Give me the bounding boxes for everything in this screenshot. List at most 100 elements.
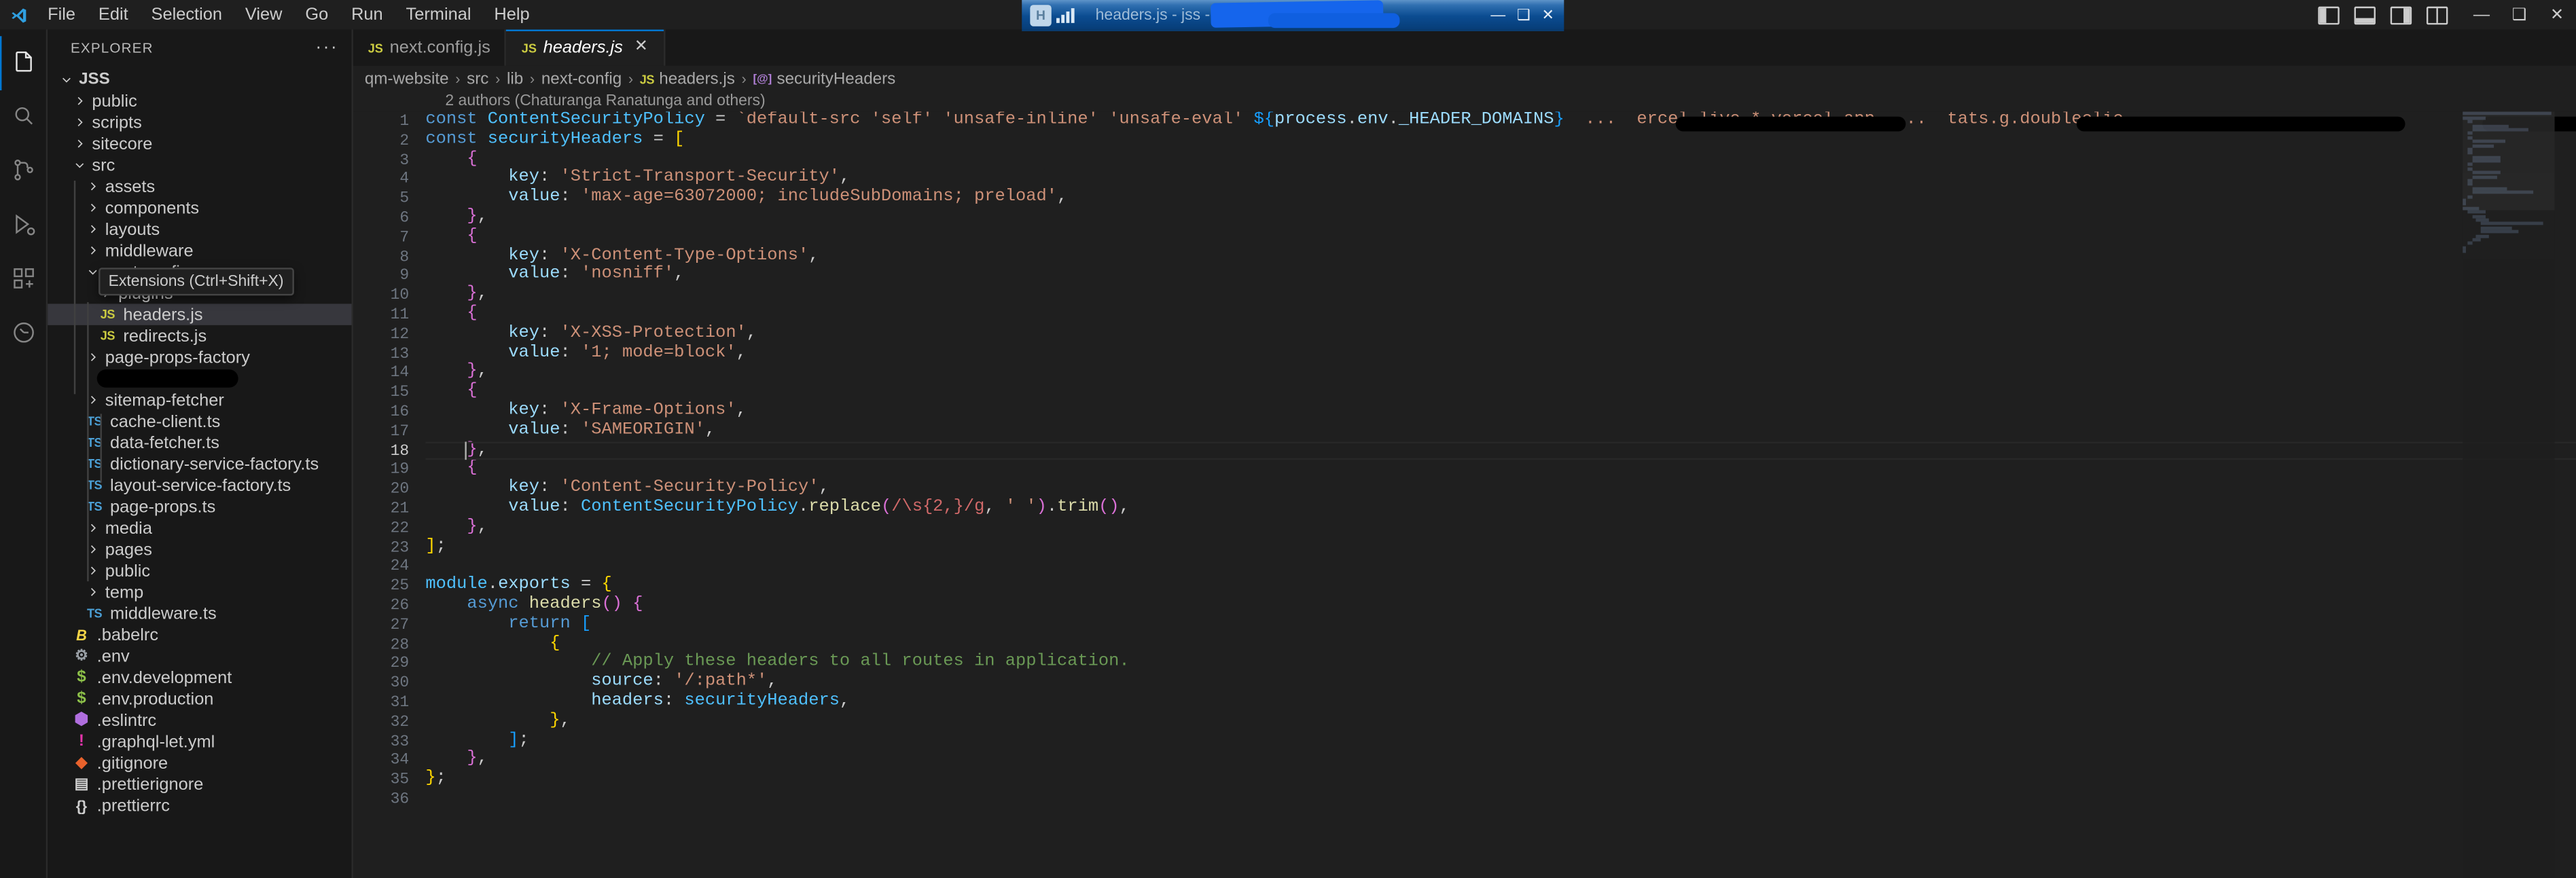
tree-row-env-development[interactable]: $ .env.development bbox=[48, 667, 351, 688]
tree-row-middleware-ts[interactable]: TS middleware.ts bbox=[48, 603, 351, 624]
tree-row-assets[interactable]: assets bbox=[48, 176, 351, 197]
code-line[interactable]: 27 return [ bbox=[353, 614, 2576, 635]
tree-row-cache-client-ts[interactable]: TS cache-client.ts bbox=[48, 411, 351, 432]
tree-row-env-production[interactable]: $ .env.production bbox=[48, 688, 351, 709]
editor-layout-actions[interactable] bbox=[2318, 0, 2448, 30]
toggle-panel-icon[interactable] bbox=[2354, 5, 2376, 24]
window-controls[interactable]: — ❑ ✕ bbox=[2463, 0, 2576, 30]
code-line[interactable]: 4 key: 'Strict-Transport-Security', bbox=[353, 168, 2576, 189]
code-line[interactable]: 18 }, bbox=[353, 439, 2576, 460]
menu-file[interactable]: File bbox=[36, 0, 87, 30]
menu-help[interactable]: Help bbox=[482, 0, 541, 30]
breadcrumb[interactable]: qm-website › src › lib › next-config › JS headers… bbox=[353, 65, 2576, 92]
overlay-restore-button[interactable]: ❑ bbox=[1517, 5, 1531, 24]
tree-row-sitemap-fetcher[interactable]: sitemap-fetcher bbox=[48, 389, 351, 410]
chevron-right-icon[interactable] bbox=[84, 394, 100, 405]
menu-edit[interactable]: Edit bbox=[87, 0, 140, 30]
code-line[interactable]: 2 const securityHeaders = [ bbox=[353, 130, 2576, 151]
tree-row-headers-js[interactable]: JS headers.js bbox=[48, 304, 352, 325]
code-line[interactable]: 36 bbox=[353, 790, 2576, 809]
code-line[interactable]: 12 key: 'X-XSS-Protection', bbox=[353, 323, 2576, 344]
customize-layout-icon[interactable] bbox=[2426, 5, 2448, 24]
tree-row-jss[interactable]: JSS bbox=[48, 69, 351, 90]
chevron-right-icon[interactable] bbox=[84, 586, 100, 598]
tree-row-temp[interactable]: temp bbox=[48, 581, 351, 602]
code-line[interactable]: 9 value: 'nosniff', bbox=[353, 266, 2576, 287]
menu-go[interactable]: Go bbox=[293, 0, 340, 30]
tree-row-dictionary-service-factory-ts[interactable]: TS dictionary-service-factory.ts bbox=[48, 453, 351, 474]
code-line[interactable]: 22 }, bbox=[353, 517, 2576, 538]
file-tree[interactable]: JSS public scripts sitecore src assets compone… bbox=[48, 66, 352, 878]
tree-row-env[interactable]: ⚙ .env bbox=[48, 645, 351, 666]
maximize-button[interactable]: ❑ bbox=[2501, 0, 2539, 30]
code-line[interactable]: 29 // Apply these headers to all routes … bbox=[353, 653, 2576, 674]
code-line[interactable]: 8 key: 'X-Content-Type-Options', bbox=[353, 246, 2576, 267]
code-line[interactable]: 11 { bbox=[353, 304, 2576, 325]
chevron-right-icon[interactable] bbox=[84, 565, 100, 577]
close-tab-icon[interactable]: ✕ bbox=[634, 39, 648, 56]
code-line[interactable]: 15 { bbox=[353, 382, 2576, 403]
code-line[interactable]: 30 source: '/:path*', bbox=[353, 672, 2576, 693]
tree-row-pages[interactable]: pages bbox=[48, 538, 351, 560]
chevron-right-icon[interactable] bbox=[84, 522, 100, 534]
code-line[interactable]: 33 ]; bbox=[353, 730, 2576, 751]
activity-bar[interactable] bbox=[0, 29, 48, 878]
tree-row-prettierignore[interactable]: ▤ .prettierignore bbox=[48, 773, 351, 794]
chevron-right-icon[interactable] bbox=[71, 138, 87, 149]
menu-selection[interactable]: Selection bbox=[140, 0, 234, 30]
breadcrumb-item-headers-js[interactable]: JS headers.js bbox=[640, 70, 735, 88]
chevron-right-icon[interactable] bbox=[84, 223, 100, 235]
tree-row-public[interactable]: public bbox=[48, 90, 351, 111]
tree-row-eslintrc[interactable]: ⬢ .eslintrc bbox=[48, 710, 351, 731]
tree-row-components[interactable]: components bbox=[48, 197, 351, 218]
tree-row-layouts[interactable]: layouts bbox=[48, 219, 351, 240]
menu-terminal[interactable]: Terminal bbox=[395, 0, 483, 30]
tree-row-layout-service-factory-ts[interactable]: TS layout-service-factory.ts bbox=[48, 475, 351, 496]
chevron-right-icon[interactable] bbox=[84, 543, 100, 555]
minimap-slider[interactable] bbox=[2463, 111, 2555, 211]
tree-row-prettierrc[interactable]: {} .prettierrc bbox=[48, 794, 351, 816]
code-line[interactable]: 34 }, bbox=[353, 750, 2576, 771]
code-line[interactable]: 32 }, bbox=[353, 711, 2576, 732]
overlay-window-controls[interactable]: — ❑ ✕ bbox=[1490, 5, 1564, 24]
tree-row-sitecore[interactable]: sitecore bbox=[48, 133, 351, 154]
tab-next-config-js[interactable]: JS next.config.js bbox=[353, 29, 507, 66]
tree-row-scripts[interactable]: scripts bbox=[48, 111, 351, 132]
activity-source-control[interactable] bbox=[0, 145, 47, 199]
minimize-button[interactable]: — bbox=[2463, 0, 2501, 30]
codelens-authors[interactable]: 2 authors (Chaturanga Ranatunga and othe… bbox=[353, 92, 2576, 111]
chevron-right-icon[interactable] bbox=[71, 95, 87, 107]
chevron-down-icon[interactable] bbox=[71, 160, 87, 171]
menu-run[interactable]: Run bbox=[340, 0, 394, 30]
chevron-right-icon[interactable] bbox=[71, 117, 87, 128]
vertical-scrollbar[interactable] bbox=[2555, 111, 2576, 878]
close-button[interactable]: ✕ bbox=[2538, 0, 2576, 30]
sidebar-more-actions-icon[interactable]: ··· bbox=[315, 39, 338, 57]
editor-tab-bar[interactable]: JS next.config.js JS headers.js ✕ bbox=[353, 29, 2576, 66]
tree-row-middleware[interactable]: middleware bbox=[48, 240, 351, 261]
chevron-right-icon[interactable] bbox=[84, 202, 100, 213]
code-line[interactable]: 14 }, bbox=[353, 362, 2576, 383]
tree-row-page-props-factory[interactable]: page-props-factory bbox=[48, 346, 351, 367]
code-line[interactable]: 21 value: ContentSecurityPolicy.replace(… bbox=[353, 498, 2576, 519]
tree-row-public[interactable]: public bbox=[48, 560, 351, 581]
breadcrumb-item-lib[interactable]: lib bbox=[507, 70, 523, 88]
activity-search[interactable] bbox=[0, 90, 47, 145]
tree-row-data-fetcher-ts[interactable]: TS data-fetcher.ts bbox=[48, 432, 351, 453]
tree-row-redirects-js[interactable]: JS redirects.js bbox=[48, 325, 351, 346]
tree-row-page-props-ts[interactable]: TS page-props.ts bbox=[48, 496, 351, 517]
toggle-primary-sidebar-icon[interactable] bbox=[2318, 5, 2340, 24]
tree-row-graphql-let-yml[interactable]: ! .graphql-let.yml bbox=[48, 731, 351, 752]
code-line[interactable]: 23]; bbox=[353, 536, 2576, 557]
code-line[interactable]: 17 value: 'SAMEORIGIN', bbox=[353, 420, 2576, 441]
overlay-minimize-button[interactable]: — bbox=[1490, 7, 1505, 23]
activity-extensions[interactable] bbox=[0, 253, 47, 307]
breadcrumb-item-securityheaders[interactable]: [@] securityHeaders bbox=[753, 70, 895, 88]
code-line[interactable]: 25 module.exports = { bbox=[353, 575, 2576, 596]
code-line[interactable]: 5 value: 'max-age=63072000; includeSubDo… bbox=[353, 187, 2576, 209]
tree-row-media[interactable]: media bbox=[48, 517, 351, 538]
chevron-right-icon[interactable] bbox=[84, 181, 100, 192]
code-line[interactable]: 26 async headers() { bbox=[353, 595, 2576, 616]
code-line[interactable]: 3 { bbox=[353, 149, 2576, 170]
code-line[interactable]: 20 key: 'Content-Security-Policy', bbox=[353, 478, 2576, 500]
